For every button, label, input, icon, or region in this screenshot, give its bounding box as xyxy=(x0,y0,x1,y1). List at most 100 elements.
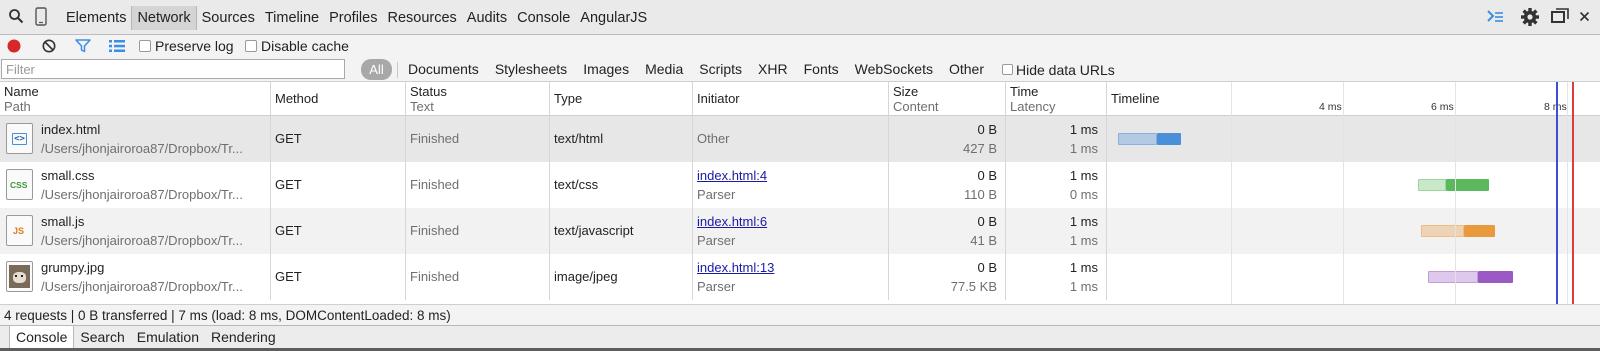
size-cell: 0 B 110 B xyxy=(889,162,1006,208)
file-name[interactable]: small.js xyxy=(41,212,84,231)
hide-data-urls-checkbox[interactable]: Hide data URLs xyxy=(1001,61,1115,78)
tab-sources[interactable]: Sources xyxy=(197,6,260,30)
method-cell: GET xyxy=(271,116,406,162)
tab-resources[interactable]: Resources xyxy=(382,6,461,30)
file-name[interactable]: grumpy.jpg xyxy=(41,258,104,277)
size-cell: 0 B 41 B xyxy=(889,208,1006,254)
initiator-link[interactable]: index.html:4 xyxy=(697,168,767,183)
content-value: 110 B xyxy=(963,187,997,202)
filter-type-xhr[interactable]: XHR xyxy=(750,57,796,82)
receiving-bar xyxy=(1157,133,1181,145)
col-timeline-header[interactable]: Timeline xyxy=(1107,82,1600,116)
file-path: /Users/jhonjairoroa87/Dropbox/Tr... xyxy=(41,279,243,294)
devtools-tab-bar: Elements Network Sources Timeline Profiles Re… xyxy=(0,0,1600,35)
table-row[interactable]: <> index.html /Users/jhonjairoroa87/Drop… xyxy=(0,116,1600,162)
initiator-link[interactable]: index.html:13 xyxy=(697,260,774,275)
type-cell: text/css xyxy=(550,162,693,208)
tab-angularjs[interactable]: AngularJS xyxy=(575,6,652,30)
time-cell: 1 ms 1 ms xyxy=(1006,116,1107,162)
drawer-tab-console[interactable]: Console xyxy=(9,326,75,348)
col-initiator-header[interactable]: Initiator xyxy=(693,82,889,116)
table-row[interactable]: CSS small.css /Users/jhonjairoroa87/Drop… xyxy=(0,162,1600,208)
filter-all-button[interactable]: All xyxy=(361,59,392,80)
filter-type-fonts[interactable]: Fonts xyxy=(796,57,847,82)
filter-input[interactable] xyxy=(1,59,345,79)
preserve-log-label: Preserve log xyxy=(155,38,234,54)
filter-type-stylesheets[interactable]: Stylesheets xyxy=(487,57,575,82)
initiator-type: Parser xyxy=(697,187,736,202)
drawer-tab-rendering[interactable]: Rendering xyxy=(205,326,282,348)
tab-profiles[interactable]: Profiles xyxy=(324,6,382,30)
checkbox-box[interactable] xyxy=(1001,64,1013,76)
tick-label-6ms: 6 ms xyxy=(1431,101,1454,113)
filter-type-scripts[interactable]: Scripts xyxy=(691,57,750,82)
disable-cache-checkbox[interactable]: Disable cache xyxy=(245,35,349,57)
clear-icon[interactable] xyxy=(42,39,56,56)
tab-audits[interactable]: Audits xyxy=(462,6,512,30)
filter-type-documents[interactable]: Documents xyxy=(400,57,487,82)
drawer-tab-emulation[interactable]: Emulation xyxy=(131,326,205,348)
device-mode-icon[interactable] xyxy=(35,7,47,29)
table-row[interactable]: JS small.js /Users/jhonjairoroa87/Dropbo… xyxy=(0,208,1600,254)
size-value: 0 B xyxy=(977,168,997,183)
drawer-tab-search[interactable]: Search xyxy=(74,326,130,348)
col-size-header[interactable]: Size Content xyxy=(889,82,1006,116)
filter-type-websockets[interactable]: WebSockets xyxy=(847,57,941,82)
name-cell: CSS small.css /Users/jhonjairoroa87/Drop… xyxy=(0,162,271,208)
time-value: 1 ms xyxy=(1069,122,1098,137)
domcontentloaded-line xyxy=(1556,82,1558,304)
waiting-bar xyxy=(1428,271,1478,283)
hide-data-urls-label: Hide data URLs xyxy=(1015,61,1115,78)
filter-icon[interactable] xyxy=(75,39,91,56)
html-file-icon: <> xyxy=(6,123,33,154)
drawer-tabs: Console Search Emulation Rendering xyxy=(9,326,282,348)
tab-timeline[interactable]: Timeline xyxy=(260,6,324,30)
gear-icon[interactable] xyxy=(1520,7,1540,30)
time-cell: 1 ms 1 ms xyxy=(1006,208,1107,254)
preserve-log-checkbox[interactable]: Preserve log xyxy=(139,35,234,57)
dock-side-icon[interactable] xyxy=(1551,8,1569,27)
col-method-header[interactable]: Method xyxy=(271,82,406,116)
large-rows-icon[interactable] xyxy=(109,39,125,56)
tab-network[interactable]: Network xyxy=(131,5,197,30)
time-value: 1 ms xyxy=(1069,260,1098,275)
initiator-link[interactable]: index.html:6 xyxy=(697,214,767,229)
col-time-header[interactable]: Time Latency xyxy=(1006,82,1107,116)
file-name[interactable]: index.html xyxy=(41,120,100,139)
header-name: Name xyxy=(4,84,39,99)
col-type-header[interactable]: Type xyxy=(550,82,693,116)
filter-type-media[interactable]: Media xyxy=(637,57,691,82)
tab-elements[interactable]: Elements xyxy=(61,6,131,30)
file-name[interactable]: small.css xyxy=(41,166,94,185)
record-button[interactable] xyxy=(7,39,21,56)
header-text: Text xyxy=(410,99,434,114)
initiator-cell: index.html:4 Parser xyxy=(693,162,889,208)
type-cell: image/jpeg xyxy=(550,254,693,300)
js-label: JS xyxy=(13,226,25,236)
console-drawer-icon[interactable] xyxy=(1486,8,1504,27)
filter-type-other[interactable]: Other xyxy=(941,57,992,82)
js-file-icon: JS xyxy=(6,215,33,246)
timeline-gridline xyxy=(1567,82,1568,304)
checkbox-box[interactable] xyxy=(139,40,151,53)
search-icon[interactable] xyxy=(8,8,24,27)
checkbox-box[interactable] xyxy=(245,40,257,53)
col-status-header[interactable]: Status Text xyxy=(406,82,550,116)
time-value: 1 ms xyxy=(1069,214,1098,229)
time-cell: 1 ms 0 ms xyxy=(1006,162,1107,208)
col-name-header[interactable]: Name Path xyxy=(0,82,271,116)
network-table: Name Path Method Status Text Type Initia… xyxy=(0,82,1600,304)
header-initiator: Initiator xyxy=(697,91,740,106)
tick-label-4ms: 4 ms xyxy=(1319,101,1342,113)
filter-type-images[interactable]: Images xyxy=(575,57,637,82)
close-icon[interactable] xyxy=(1579,10,1590,25)
name-cell: <> index.html /Users/jhonjairoroa87/Drop… xyxy=(0,116,271,162)
size-cell: 0 B 427 B xyxy=(889,116,1006,162)
receiving-bar xyxy=(1446,179,1489,191)
network-toolbar: Preserve log Disable cache xyxy=(0,35,1600,57)
table-row[interactable]: grumpy.jpg /Users/jhonjairoroa87/Dropbox… xyxy=(0,254,1600,300)
file-path: /Users/jhonjairoroa87/Dropbox/Tr... xyxy=(41,141,243,156)
drawer-tab-bar: Console Search Emulation Rendering xyxy=(0,326,1600,348)
tab-console[interactable]: Console xyxy=(512,6,575,30)
type-cell: text/javascript xyxy=(550,208,693,254)
